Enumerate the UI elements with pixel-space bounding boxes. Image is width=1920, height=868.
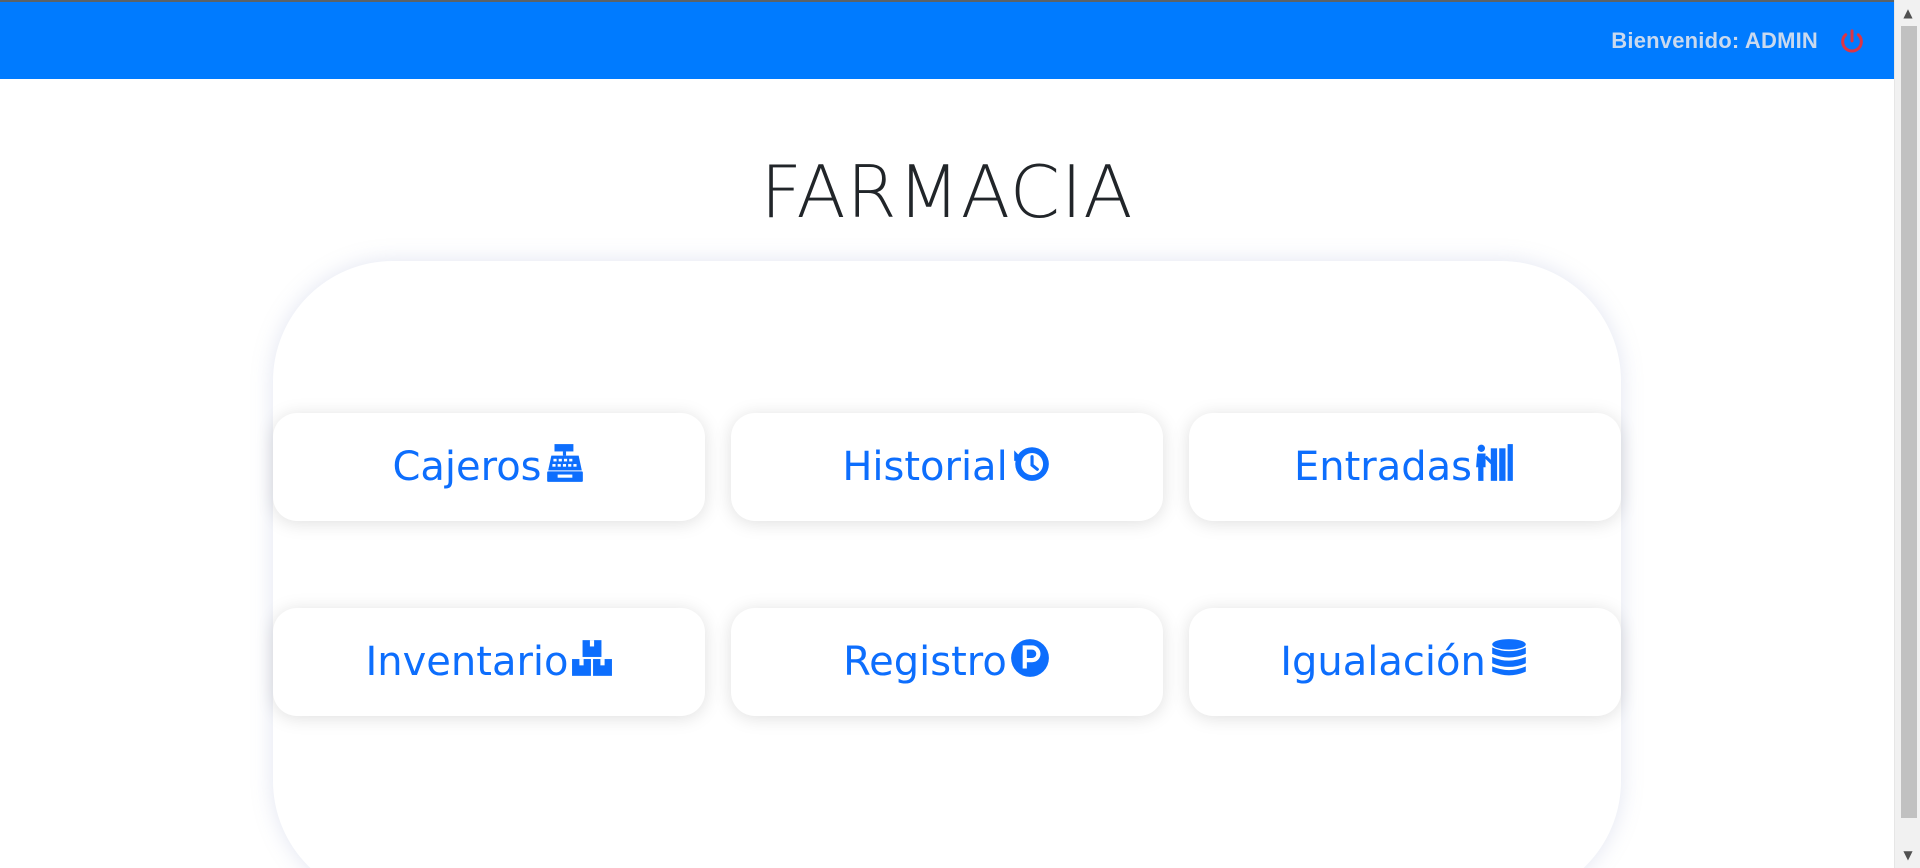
cash-register-icon — [546, 444, 583, 482]
database-icon — [1491, 639, 1526, 676]
menu-panel: Cajeros Historial Entradas Inventario Re… — [273, 261, 1621, 868]
menu-button-registro[interactable]: Registro — [731, 608, 1163, 716]
history-icon — [1013, 447, 1049, 481]
menu-button-label: Cajeros — [392, 444, 542, 490]
menu-button-label: Igualación — [1280, 639, 1486, 685]
dolly-flatbed-icon — [1476, 444, 1513, 481]
menu-button-label: Entradas — [1293, 444, 1472, 490]
scroll-thumb[interactable] — [1901, 26, 1917, 818]
menu-button-label: Historial — [842, 444, 1008, 490]
parking-circle-icon — [1010, 639, 1049, 677]
vertical-scrollbar[interactable]: ▲ ▼ — [1894, 0, 1920, 868]
menu-button-cajeros[interactable]: Cajeros — [273, 413, 705, 521]
menu-button-inventario[interactable]: Inventario — [273, 608, 705, 716]
top-navbar: Bienvenido: ADMIN — [0, 0, 1894, 79]
scroll-up-arrow-icon[interactable]: ▲ — [1895, 2, 1920, 24]
menu-button-historial[interactable]: Historial — [731, 413, 1163, 521]
menu-button-entradas[interactable]: Entradas — [1189, 413, 1621, 521]
boxes-icon — [571, 640, 612, 676]
menu-button-igualacion[interactable]: Igualación — [1189, 608, 1621, 716]
scroll-down-arrow-icon[interactable]: ▼ — [1895, 844, 1920, 866]
welcome-text: Bienvenido: ADMIN — [1611, 28, 1818, 53]
menu-button-label: Inventario — [365, 639, 569, 685]
menu-button-label: Registro — [843, 639, 1007, 685]
power-icon[interactable] — [1838, 28, 1866, 56]
page-title: FARMACIA — [760, 150, 1134, 234]
